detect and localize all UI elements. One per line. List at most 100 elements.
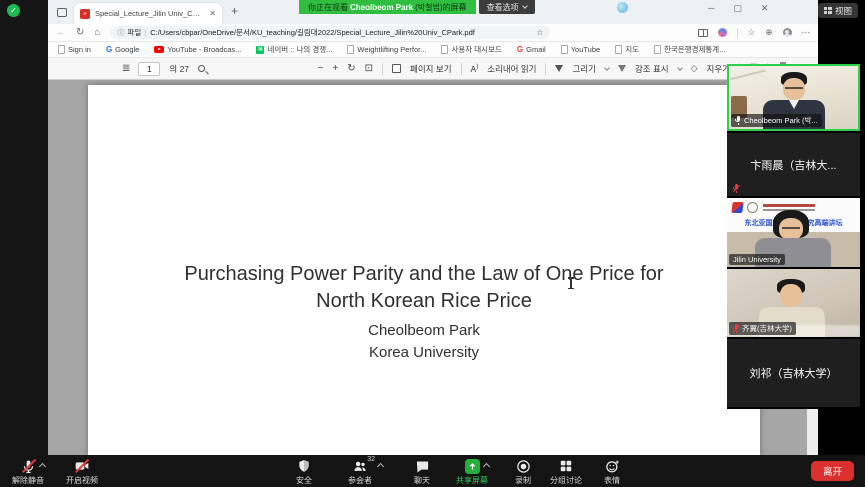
view-layout-button[interactable]: 视图 [818, 3, 858, 18]
chevron-up-icon[interactable] [482, 463, 489, 470]
bookmark-item[interactable]: Weightlifting Perfor... [347, 45, 426, 54]
unmute-label: 解除静音 [12, 475, 44, 486]
leave-button[interactable]: 离开 [811, 461, 854, 481]
draw-label[interactable]: 그리기 [572, 63, 595, 75]
bookmark-item[interactable]: 한국은행경제통계... [654, 44, 725, 55]
close-icon[interactable]: ✕ [761, 3, 769, 14]
bookmark-item[interactable]: N네이버 :: 나의 경쟁... [256, 44, 332, 55]
chat-icon [415, 459, 430, 474]
watching-suffix: 的屏幕 [443, 2, 467, 13]
toc-icon[interactable]: ≣ [122, 63, 129, 74]
address-bar[interactable]: ⓘ 파일 | C:/Users/cbpar/OneDrive/문서/KU_tea… [110, 26, 550, 39]
green-shield-icon: ✓ [7, 4, 20, 17]
naver-icon: N [256, 46, 264, 54]
bookmark-label: Gmail [526, 45, 546, 54]
new-tab-button[interactable]: + [231, 4, 238, 18]
chat-button[interactable]: 聊天 [396, 458, 448, 486]
participant-name: 卞雨晨（吉林大... [750, 157, 836, 173]
favorite-star-icon[interactable]: ☆ [536, 28, 543, 37]
zoom-in-icon[interactable]: + [332, 63, 338, 74]
participants-button[interactable]: 32 参会者 [334, 458, 386, 486]
video-tile-cheolbeom-park[interactable]: Cheolbeom Park (박... [727, 64, 860, 131]
profile-avatar-icon[interactable] [783, 28, 792, 37]
participant-name: Jilin University [733, 255, 781, 264]
draw-pen-icon[interactable] [555, 65, 563, 72]
page-number-input[interactable]: 1 [138, 62, 160, 76]
chevron-down-icon[interactable] [604, 65, 610, 71]
pdf-viewer-area: Purchasing Power Parity and the Law of O… [48, 80, 818, 455]
letterbox-left-bar [0, 0, 48, 455]
bookmark-label: YouTube - Broadcas... [167, 45, 241, 54]
highlight-label[interactable]: 강조 표시 [635, 63, 669, 75]
bookmark-label: 사용자 대시보드 [451, 44, 501, 55]
screen-share-banner: 你正在观看Cheolbeom Park(박철범)的屏幕 查看选项 [299, 0, 535, 14]
tab-close-icon[interactable]: ✕ [209, 9, 216, 18]
bookmark-label: Google [115, 45, 139, 54]
bookmarks-bar: Sign in GGoogle YouTube - Broadcas... N네… [48, 42, 818, 58]
participant-name: Cheolbeom Park (박... [744, 115, 818, 126]
fit-page-icon[interactable]: ⊡ [365, 63, 373, 74]
page-info-icon[interactable]: ⓘ [117, 28, 124, 38]
start-video-button[interactable]: 开启视频 [56, 458, 108, 486]
chevron-down-icon[interactable] [677, 65, 683, 71]
breakout-label: 分组讨论 [550, 475, 582, 486]
bookmark-item[interactable]: YouTube - Broadcas... [154, 45, 241, 54]
tab-actions-icon[interactable] [57, 8, 67, 17]
participants-video-panel: Cheolbeom Park (박... 卞雨晨（吉林大... 东北亚国别与区域… [727, 64, 860, 409]
unmute-button[interactable]: 解除静音 [2, 458, 54, 486]
url-text: C:/Users/cbpar/OneDrive/문서/KU_teaching/길… [150, 27, 532, 38]
bookmark-item[interactable]: 사용자 대시보드 [441, 44, 501, 55]
view-options-button[interactable]: 查看选项 [479, 0, 535, 14]
bookmark-item[interactable]: GGmail [517, 45, 546, 54]
browser-tab[interactable]: ≡ Special_Lecture_Jilin Univ_CPark... ✕ [74, 3, 222, 24]
bookmark-item[interactable]: GGoogle [106, 45, 139, 54]
chevron-up-icon[interactable] [377, 463, 384, 470]
video-tile-liu-qi[interactable]: 刘祁（吉林大学） [727, 339, 860, 407]
bookmark-item[interactable]: Sign in [58, 45, 91, 54]
read-aloud-icon[interactable]: A) [471, 64, 479, 74]
read-aloud-label[interactable]: 소리내어 읽기 [487, 63, 536, 75]
search-icon[interactable] [198, 65, 205, 72]
security-button[interactable]: 安全 [278, 458, 330, 486]
participants-count: 32 [367, 456, 375, 463]
bookmark-label: 지도 [625, 44, 639, 55]
video-tile-jilin-university[interactable]: 东北亚国别与区域研究高端讲坛 Jilin University [727, 198, 860, 267]
glasses [785, 87, 803, 89]
back-icon[interactable]: ← [56, 27, 66, 38]
zoom-out-icon[interactable]: − [318, 63, 324, 74]
page-view-icon[interactable] [392, 64, 401, 73]
ceiling-beam [728, 64, 765, 80]
pdf-page: Purchasing Power Parity and the Law of O… [88, 85, 760, 455]
rotate-icon[interactable]: ↻ [347, 63, 355, 74]
bookmark-item[interactable]: YouTube [561, 45, 600, 54]
shield-icon [297, 459, 311, 473]
video-tile-qi-yi[interactable]: 齐翼(吉林大学) [727, 269, 860, 337]
minimize-icon[interactable]: ─ [708, 3, 714, 14]
divider [737, 28, 738, 38]
refresh-icon[interactable]: ↻ [76, 27, 84, 38]
zoom-meeting-window: ✓ ≡ Special_Lecture_Jilin Univ_CPark... … [0, 0, 865, 487]
divider [382, 63, 383, 75]
settings-more-icon[interactable]: ⋯ [802, 27, 811, 38]
home-icon[interactable]: ⌂ [94, 27, 100, 38]
page-view-label[interactable]: 페이지 보기 [410, 63, 451, 75]
collections-icon[interactable]: ⊕ [765, 27, 772, 38]
split-screen-icon[interactable] [698, 29, 708, 37]
presenter-alt-name: (박철범) [415, 2, 442, 13]
logo-text-line [763, 204, 815, 207]
maximize-icon[interactable]: ▢ [733, 3, 742, 14]
breakout-rooms-button[interactable]: 分组讨论 [540, 458, 592, 486]
meeting-toolbar: 解除静音 开启视频 安全 [0, 455, 865, 487]
favorites-icon[interactable]: ☆ [748, 27, 756, 38]
blue-avatar [616, 1, 629, 14]
bookmark-item[interactable]: 지도 [615, 44, 639, 55]
highlighter-icon[interactable] [618, 65, 626, 72]
chevron-up-icon[interactable] [38, 463, 45, 470]
copilot-icon[interactable] [718, 28, 727, 37]
browser-address-row: ← ↻ ⌂ ⓘ 파일 | C:/Users/cbpar/OneDrive/문서/… [48, 24, 818, 42]
video-tile-bian-yuchen[interactable]: 卞雨晨（吉林大... [727, 133, 860, 196]
reactions-button[interactable]: 表情 [586, 458, 638, 486]
share-screen-button[interactable]: 共享屏幕 [446, 458, 498, 486]
eraser-icon[interactable]: ◇ [691, 63, 698, 74]
url-scheme-label: 파일 [127, 27, 141, 38]
